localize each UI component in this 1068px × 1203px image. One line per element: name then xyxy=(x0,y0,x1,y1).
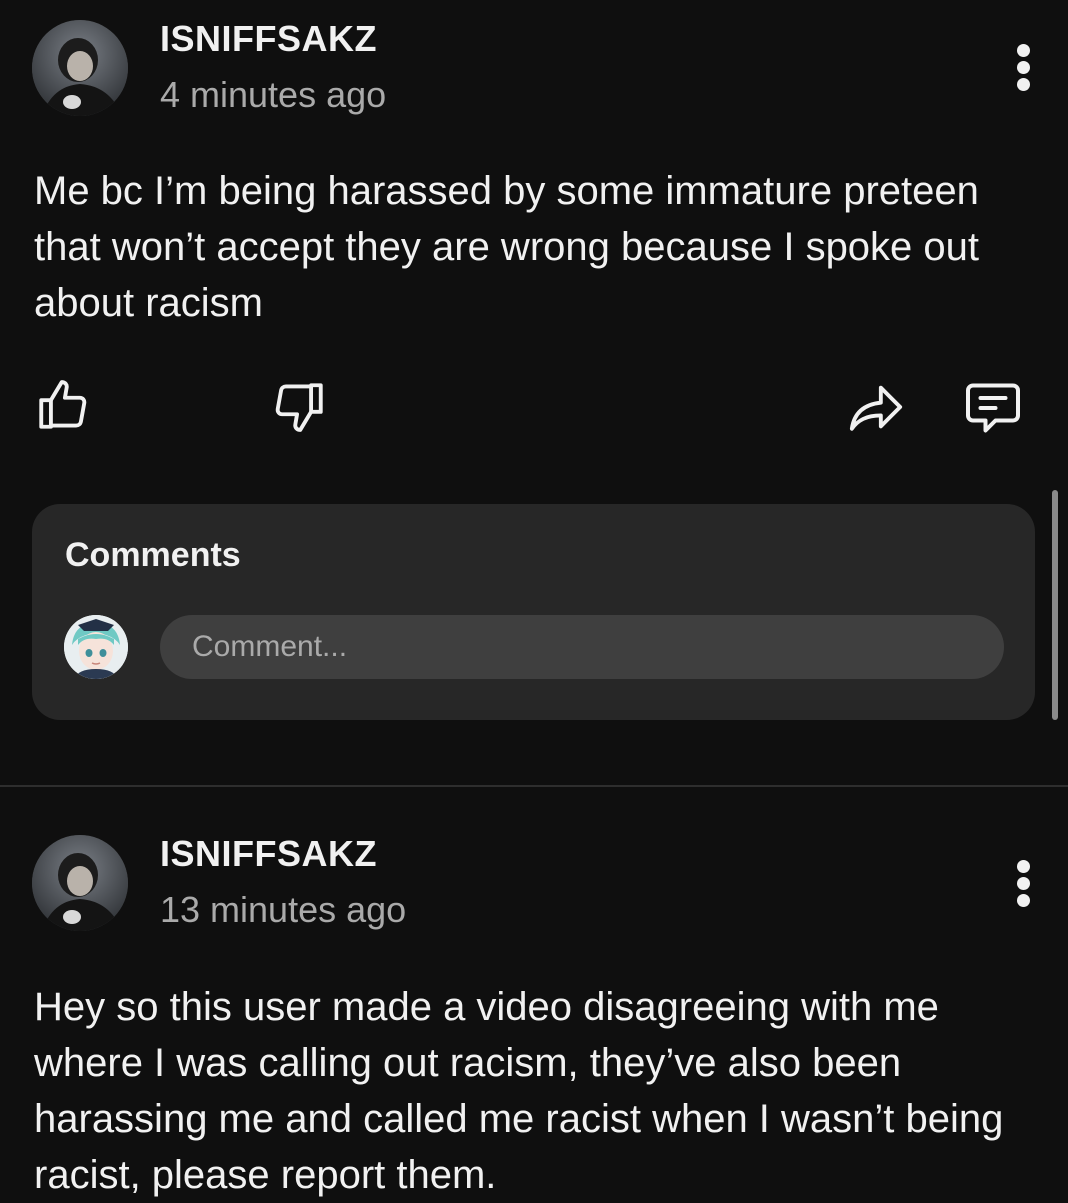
more-vert-icon xyxy=(1017,44,1030,57)
thumbs-up-icon xyxy=(39,380,87,429)
more-options-button[interactable] xyxy=(1006,860,1042,908)
post-card: ISNIFFSAKZ 13 minutes ago Hey so this us… xyxy=(0,787,1068,1200)
current-user-avatar xyxy=(64,615,128,679)
share-button[interactable] xyxy=(846,378,906,441)
author-avatar[interactable] xyxy=(32,835,128,931)
author-name[interactable]: ISNIFFSAKZ xyxy=(160,18,377,60)
more-options-button[interactable] xyxy=(1006,44,1042,92)
comment-input[interactable] xyxy=(160,615,1004,679)
dislike-button[interactable] xyxy=(270,378,328,441)
comments-title: Comments xyxy=(65,536,241,574)
comments-section[interactable]: Comments xyxy=(32,504,1035,720)
post-timestamp: 4 minutes ago xyxy=(160,74,387,115)
author-name[interactable]: ISNIFFSAKZ xyxy=(160,833,377,875)
post-card: ISNIFFSAKZ 4 minutes ago Me bc I’m being… xyxy=(0,0,1068,785)
post-timestamp: 13 minutes ago xyxy=(160,889,407,930)
like-button[interactable] xyxy=(34,376,92,439)
comment-button[interactable] xyxy=(962,378,1024,443)
post-body: Hey so this user made a video disagreein… xyxy=(34,985,1004,1197)
share-icon xyxy=(849,385,903,431)
comment-icon xyxy=(966,383,1020,433)
thumbs-down-icon xyxy=(275,383,323,432)
more-vert-icon xyxy=(1017,860,1030,873)
scrollbar[interactable] xyxy=(1052,490,1058,720)
author-avatar[interactable] xyxy=(32,20,128,116)
post-body: Me bc I’m being harassed by some immatur… xyxy=(34,169,980,325)
